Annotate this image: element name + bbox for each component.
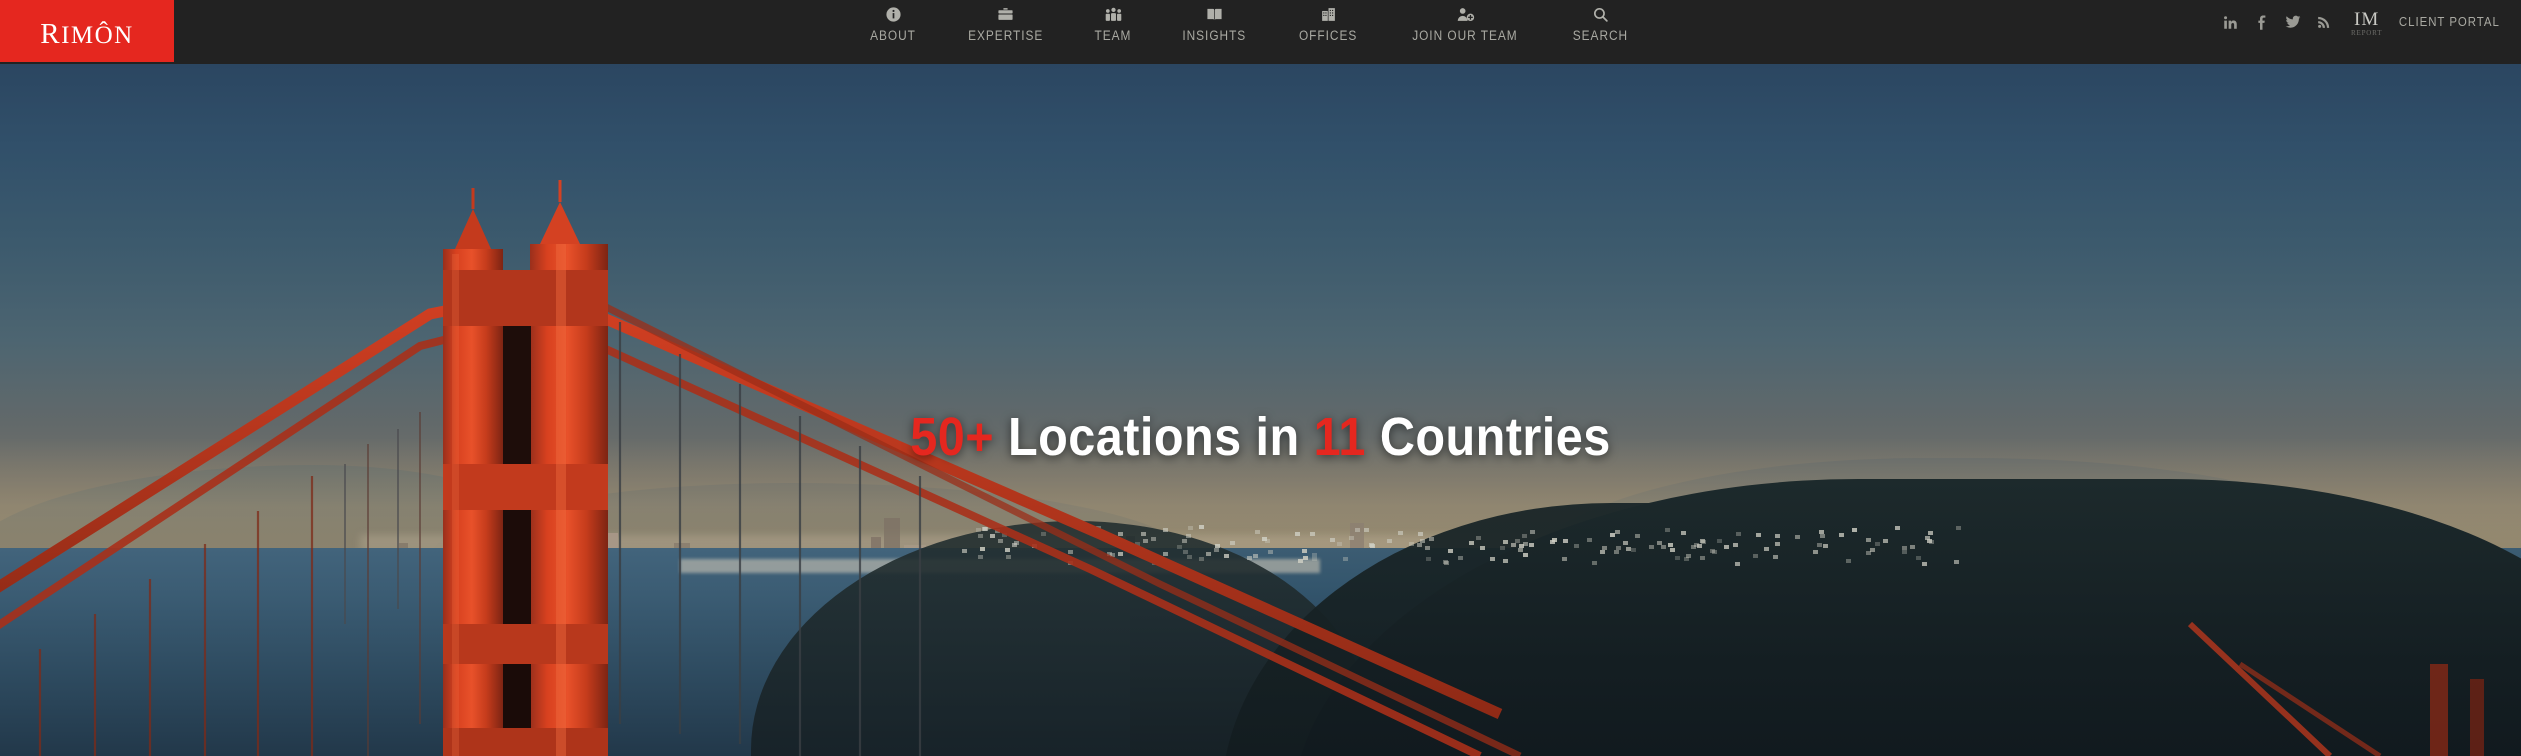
hero-headline: 50+ Locations in 11 Countries: [126, 406, 2395, 468]
rss-icon[interactable]: [2308, 10, 2339, 34]
person-add-icon: [1455, 5, 1476, 23]
office-building-icon: [1319, 5, 1338, 23]
nav-label: SEARCH: [1572, 28, 1629, 43]
nav-label: JOIN OUR TEAM: [1412, 28, 1518, 43]
client-portal-link[interactable]: CLIENT PORTAL: [2399, 10, 2500, 29]
open-book-icon: [1205, 5, 1224, 23]
nav-item-team[interactable]: TEAM: [1070, 0, 1156, 43]
site-logo[interactable]: Rimôn: [0, 0, 174, 62]
nav-item-join-our-team[interactable]: JOIN OUR TEAM: [1383, 0, 1547, 43]
search-icon: [1592, 5, 1609, 23]
people-group-icon: [1103, 5, 1124, 23]
site-header: Rimôn ABOUT: [0, 0, 2521, 64]
headline-countries-count: 11: [1313, 407, 1366, 467]
im-report-logo[interactable]: IM REPORT: [2351, 10, 2382, 37]
headline-locations-count: 50+: [910, 407, 995, 467]
nav-label: ABOUT: [870, 28, 916, 43]
hero-banner: 50+ Locations in 11 Countries: [0, 64, 2521, 756]
nav-label: OFFICES: [1298, 28, 1358, 43]
logo-text: Rimôn: [40, 6, 134, 53]
nav-label: EXPERTISE: [968, 28, 1044, 43]
nav-item-expertise[interactable]: EXPERTISE: [941, 0, 1070, 43]
im-report-title: IM: [2354, 9, 2380, 30]
nav-item-insights[interactable]: INSIGHTS: [1156, 0, 1273, 43]
twitter-icon[interactable]: [2277, 10, 2308, 34]
facebook-icon[interactable]: [2246, 10, 2277, 34]
headline-text-1: Locations in: [994, 407, 1314, 467]
nav-item-search[interactable]: SEARCH: [1547, 0, 1654, 43]
briefcase-icon: [996, 5, 1015, 23]
headline-text-2: Countries: [1365, 407, 1611, 467]
nav-label: INSIGHTS: [1182, 28, 1247, 43]
linkedin-icon[interactable]: [2215, 10, 2246, 34]
info-circle-icon: [885, 5, 902, 23]
nav-label: TEAM: [1094, 28, 1132, 43]
header-utility-bar: IM REPORT CLIENT PORTAL: [2215, 0, 2507, 64]
primary-navigation: ABOUT EXPERTISE TEAM INSIGHTS OFFICES JO…: [845, 0, 1654, 64]
nav-item-offices[interactable]: OFFICES: [1273, 0, 1383, 43]
im-report-subtitle: REPORT: [2351, 29, 2383, 37]
nav-item-about[interactable]: ABOUT: [845, 0, 941, 43]
page-root: Rimôn ABOUT: [0, 0, 2521, 756]
